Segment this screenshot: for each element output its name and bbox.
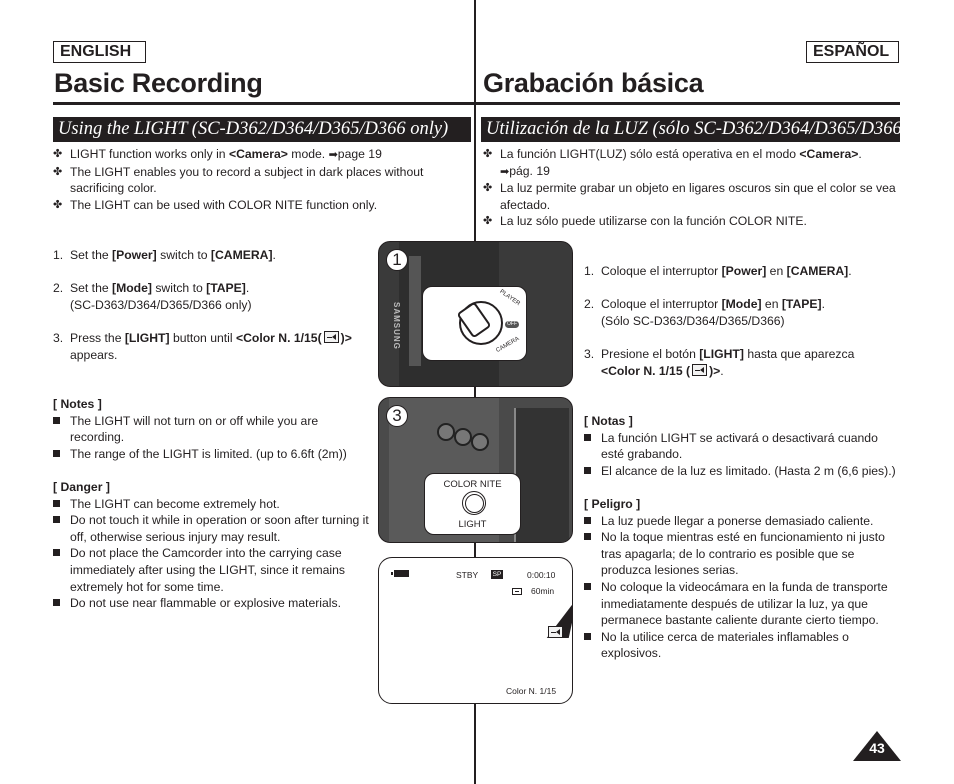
note-item: The range of the LIGHT is limited. (up t…	[53, 446, 371, 463]
intro-item: ✤ The LIGHT can be used with COLOR NITE …	[53, 197, 378, 212]
language-badge-spanish: ESPAÑOL	[806, 41, 899, 63]
lcd-speed-badge: SP	[491, 570, 503, 579]
bullet-icon: ✤	[53, 165, 63, 178]
camcorder-grip-illustration	[409, 256, 421, 366]
figure-lcd-display: STBY SP 0:00:10 60min Color N. 1/15	[378, 557, 573, 704]
section-heading-english: Using the LIGHT (SC-D362/D364/D365/D366 …	[53, 117, 471, 142]
step-item: 3. Presione el botón [LIGHT] hasta que a…	[584, 346, 855, 378]
notes-spanish: [ Notas ] La función LIGHT se activará o…	[584, 413, 902, 662]
intro-item: ✤ LIGHT function works only in <Camera> …	[53, 147, 382, 161]
intro-item: ✤ La luz sólo puede utilizarse con la fu…	[483, 214, 807, 229]
bullet-icon: ✤	[483, 215, 493, 228]
step-item: 1. Set the [Power] switch to [CAMERA].	[53, 248, 276, 262]
square-bullet-icon	[584, 466, 591, 474]
intro-list-english: ✤ LIGHT function works only in <Camera> …	[53, 146, 453, 213]
notes-english: [ Notes ] The LIGHT will not turn on or …	[53, 396, 371, 612]
square-bullet-icon	[584, 582, 591, 590]
danger-item: Do not use near flammable or explosive m…	[53, 595, 371, 612]
dial-label-off: OFF	[505, 321, 519, 328]
note-item: La función LIGHT se activará o desactiva…	[584, 430, 902, 463]
light-button-icon	[462, 491, 486, 515]
bullet-icon: ✤	[53, 198, 63, 211]
lcd-mode-text: Color N. 1/15	[506, 686, 557, 696]
intro-item: ✤ The LIGHT enables you to record a subj…	[53, 164, 424, 196]
figure-number-badge: 3	[386, 405, 408, 427]
square-bullet-icon	[584, 433, 591, 441]
dial-label-player: PLAYER	[498, 288, 521, 308]
camcorder-button-icon	[471, 433, 489, 451]
danger-heading: [ Peligro ]	[584, 496, 641, 511]
light-label: LIGHT	[458, 519, 487, 530]
notes-heading: [ Notes ]	[53, 397, 102, 411]
note-item: The LIGHT will not turn on or off while …	[53, 413, 371, 446]
lcd-status: STBY	[456, 570, 479, 580]
intro-item: ✤ La luz permite grabar un objeto en lig…	[483, 181, 896, 212]
section-heading-spanish: Utilización de la LUZ (sólo SC-D362/D364…	[481, 117, 900, 142]
page-reference-link[interactable]: pág. 19	[509, 164, 550, 178]
danger-item: No la toque mientras esté en funcionamie…	[584, 529, 902, 579]
danger-item: Do not touch it while in operation or so…	[53, 512, 371, 545]
square-bullet-icon	[584, 533, 591, 541]
danger-item: Do not place the Camcorder into the carr…	[53, 545, 371, 595]
intro-item: ✤ La función LIGHT(LUZ) sólo está operat…	[483, 147, 862, 178]
square-bullet-icon	[53, 549, 60, 557]
arrow-right-icon: ➡	[328, 149, 338, 161]
step-item: 2. Set the [Mode] switch to [TAPE]. (SC-…	[53, 281, 252, 312]
square-bullet-icon	[53, 516, 60, 524]
color-nite-label: COLOR NITE	[443, 479, 502, 490]
power-dial-callout: PLAYER OFF CAMERA	[422, 286, 527, 361]
square-bullet-icon	[584, 632, 591, 640]
page-title-english: Basic Recording	[54, 68, 263, 98]
battery-icon	[391, 570, 409, 577]
title-rule-right	[476, 102, 900, 105]
step-item: 1. Coloque el interruptor [Power] en [CA…	[584, 264, 852, 278]
lcd-tape-remaining: 60min	[531, 586, 555, 596]
danger-item: No la utilice cerca de materiales inflam…	[584, 629, 902, 662]
arrow-right-icon: ➡	[500, 165, 510, 178]
color-nite-icon	[548, 626, 563, 638]
square-bullet-icon	[53, 499, 60, 507]
language-badge-english: ENGLISH	[53, 41, 146, 63]
danger-item: The LIGHT can become extremely hot.	[53, 496, 371, 513]
bullet-icon: ✤	[53, 148, 63, 160]
lcd-timecode: 0:00:10	[527, 570, 556, 580]
steps-list-english: 1. Set the [Power] switch to [CAMERA]. 2…	[53, 247, 373, 363]
step-item: 2. Coloque el interruptor [Mode] en [TAP…	[584, 297, 825, 328]
page-reference-link[interactable]: page 19	[338, 147, 382, 161]
camcorder-button-icon	[454, 428, 472, 446]
light-button-callout: COLOR NITE LIGHT	[424, 473, 521, 535]
brand-logo: SAMSUNG	[392, 302, 401, 350]
square-bullet-icon	[584, 516, 591, 524]
danger-item: No coloque la videocámara en la funda de…	[584, 579, 902, 629]
bullet-icon: ✤	[483, 148, 493, 160]
bullet-icon: ✤	[483, 182, 493, 195]
square-bullet-icon	[53, 416, 60, 424]
square-bullet-icon	[53, 599, 60, 607]
notes-heading: [ Notas ]	[584, 414, 633, 428]
page-title-spanish: Grabación básica	[483, 68, 704, 98]
color-nite-icon	[692, 363, 708, 376]
square-bullet-icon	[53, 449, 60, 457]
steps-list-spanish: 1. Coloque el interruptor [Power] en [CA…	[584, 263, 894, 379]
camcorder-button-icon	[437, 423, 455, 441]
note-item: El alcance de la luz es limitado. (Hasta…	[584, 463, 902, 480]
page-number: 43	[869, 740, 885, 756]
figure-number-badge: 1	[386, 249, 408, 271]
figure-light-button: COLOR NITE LIGHT 3	[378, 397, 573, 543]
color-nite-icon	[323, 330, 339, 343]
intro-list-spanish: ✤ La función LIGHT(LUZ) sólo está operat…	[483, 146, 901, 230]
title-rule-left	[53, 102, 474, 105]
dial-label-camera: CAMERA	[495, 335, 521, 355]
tape-icon	[512, 588, 522, 595]
step-item: 3. Press the [LIGHT] button until <Color…	[53, 330, 352, 362]
figure-power-switch: SAMSUNG PLAYER OFF CAMERA 1	[378, 241, 573, 387]
lcd-panel-illustration	[514, 408, 569, 542]
danger-item: La luz puede llegar a ponerse demasiado …	[584, 513, 902, 530]
danger-heading: [ Danger ]	[53, 479, 110, 494]
